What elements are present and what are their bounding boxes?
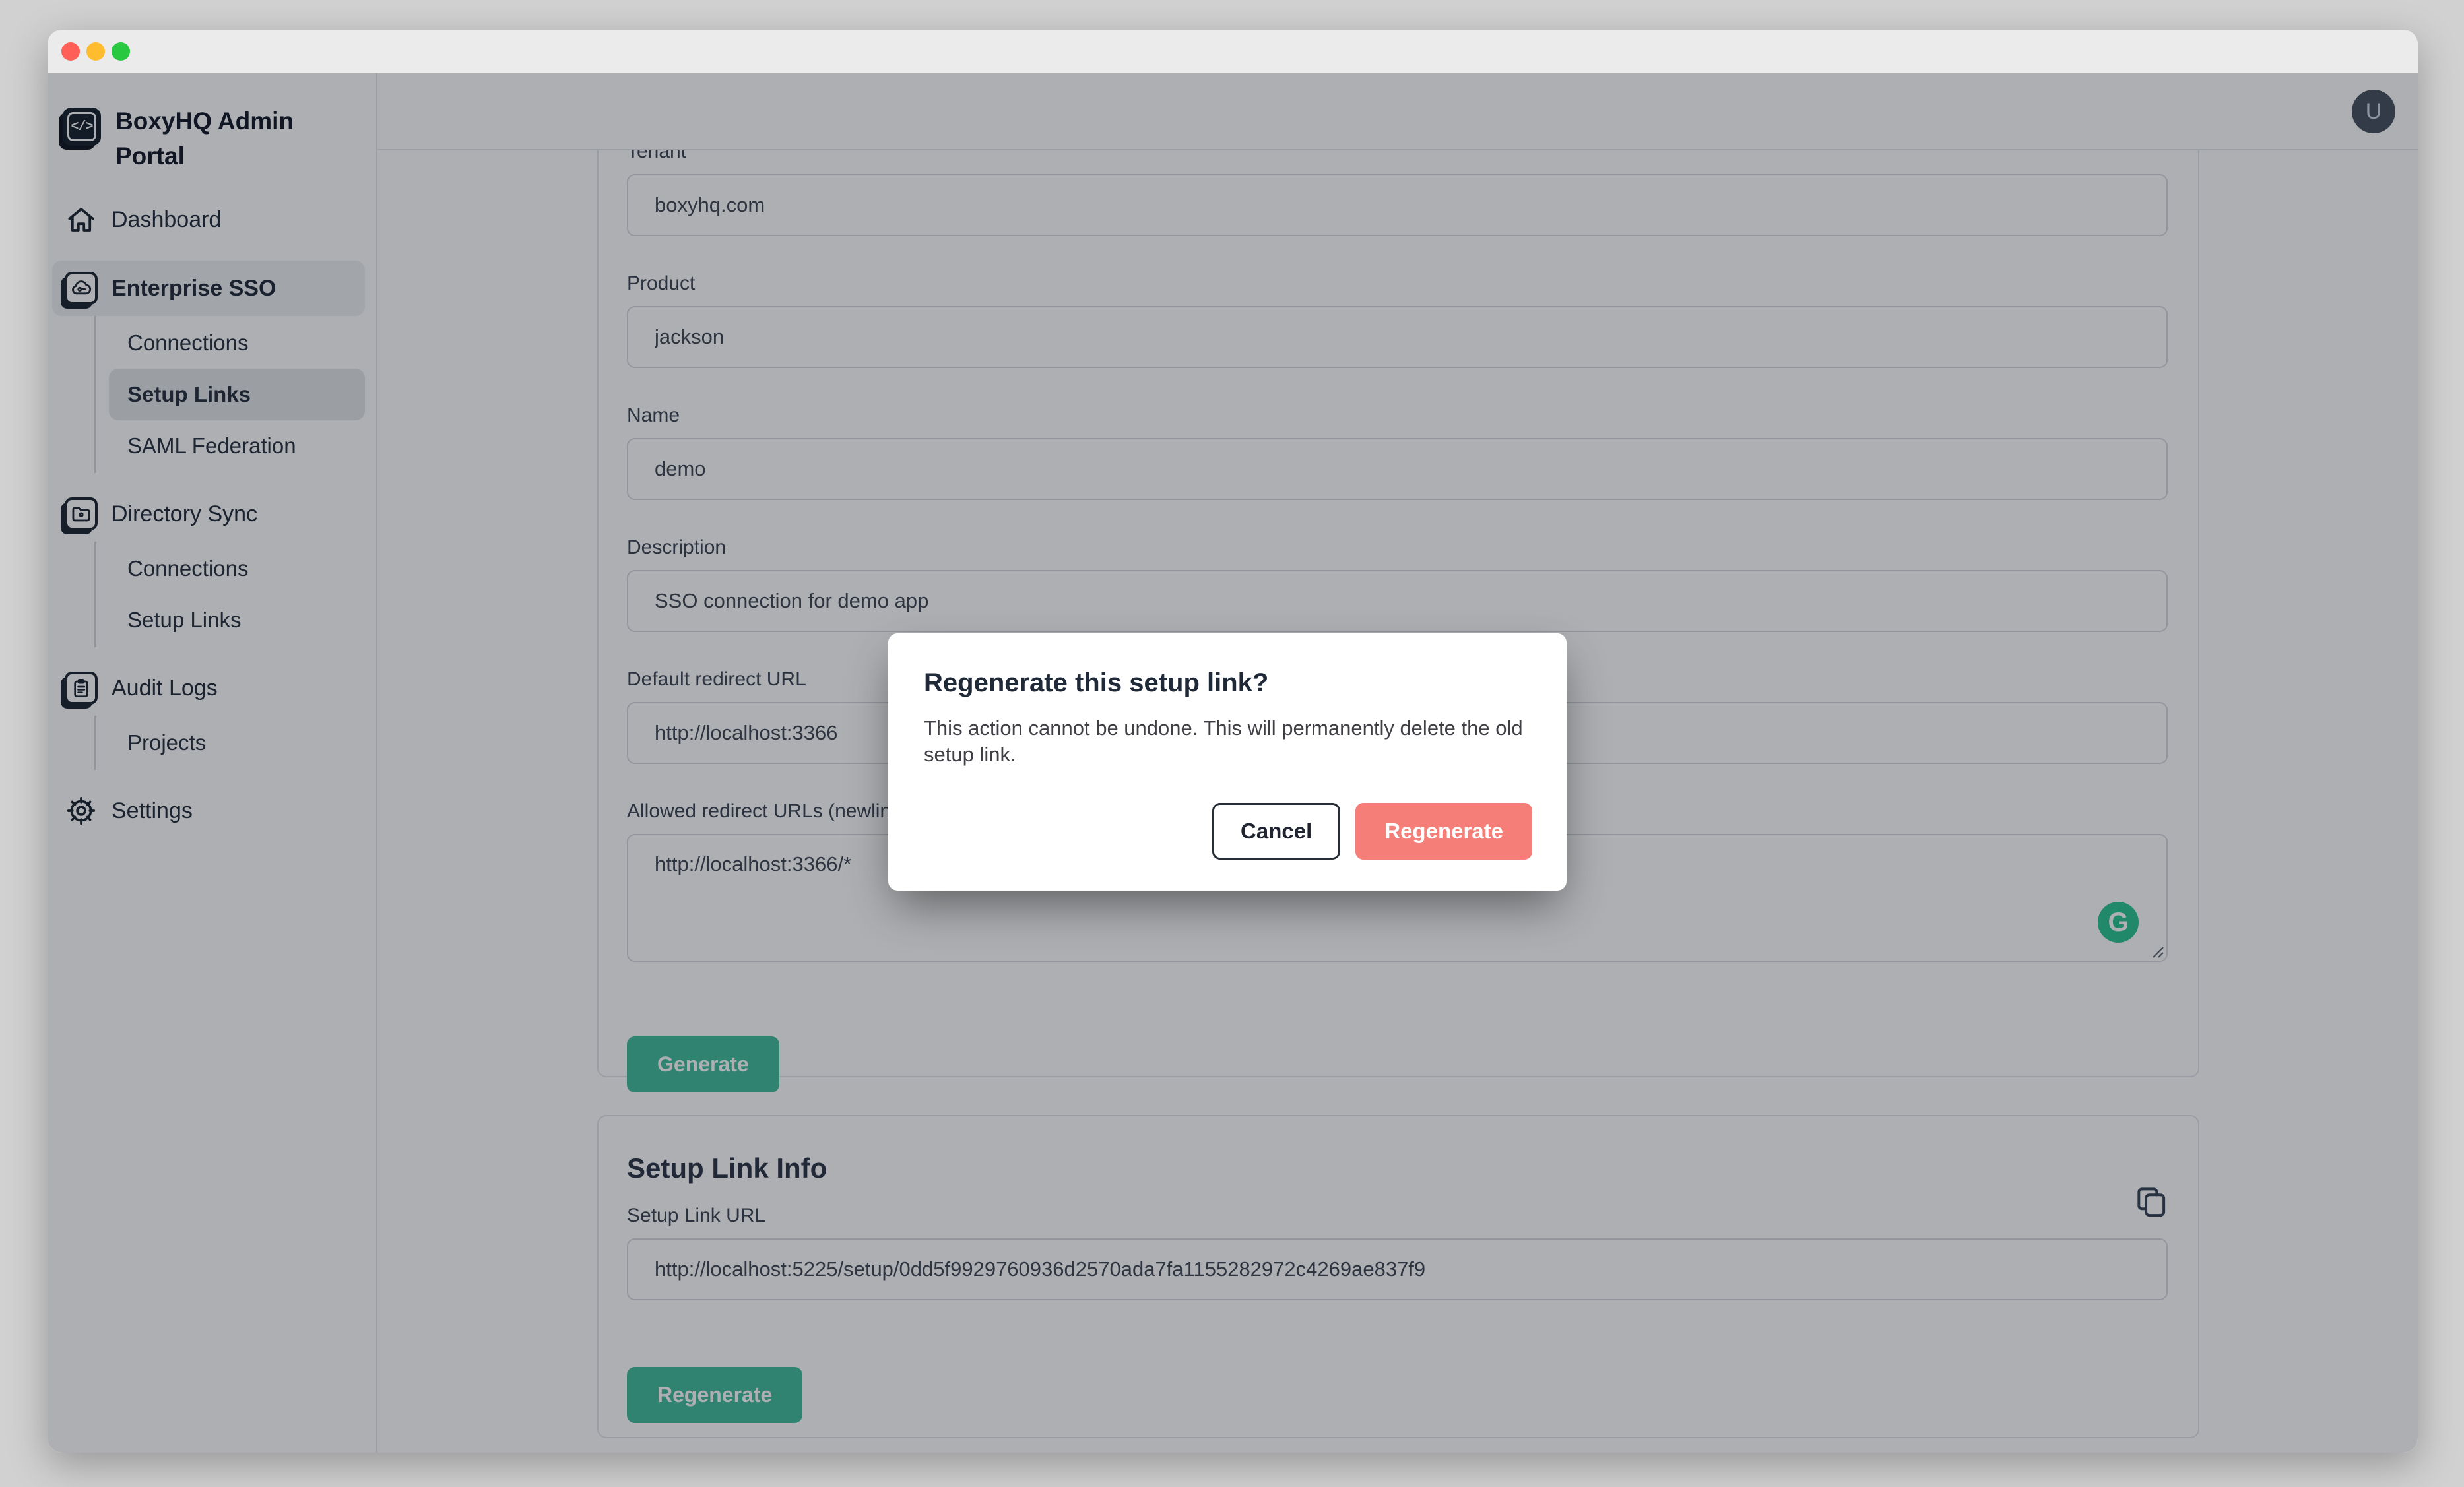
zoom-window-button[interactable] (112, 42, 130, 61)
app-window: </> BoxyHQ Admin Portal Dashboard (48, 30, 2418, 1453)
dialog-title: Regenerate this setup link? (924, 668, 1531, 698)
regenerate-confirm-dialog: Regenerate this setup link? This action … (888, 633, 1567, 891)
confirm-regenerate-button[interactable]: Regenerate (1355, 803, 1532, 860)
browser-viewport: </> BoxyHQ Admin Portal Dashboard (48, 73, 2418, 1453)
cancel-button[interactable]: Cancel (1212, 803, 1340, 860)
dialog-actions: Cancel Regenerate (1212, 803, 1532, 860)
minimize-window-button[interactable] (86, 42, 105, 61)
dialog-message: This action cannot be undone. This will … (924, 715, 1531, 768)
close-window-button[interactable] (61, 42, 80, 61)
window-titlebar (48, 30, 2418, 73)
